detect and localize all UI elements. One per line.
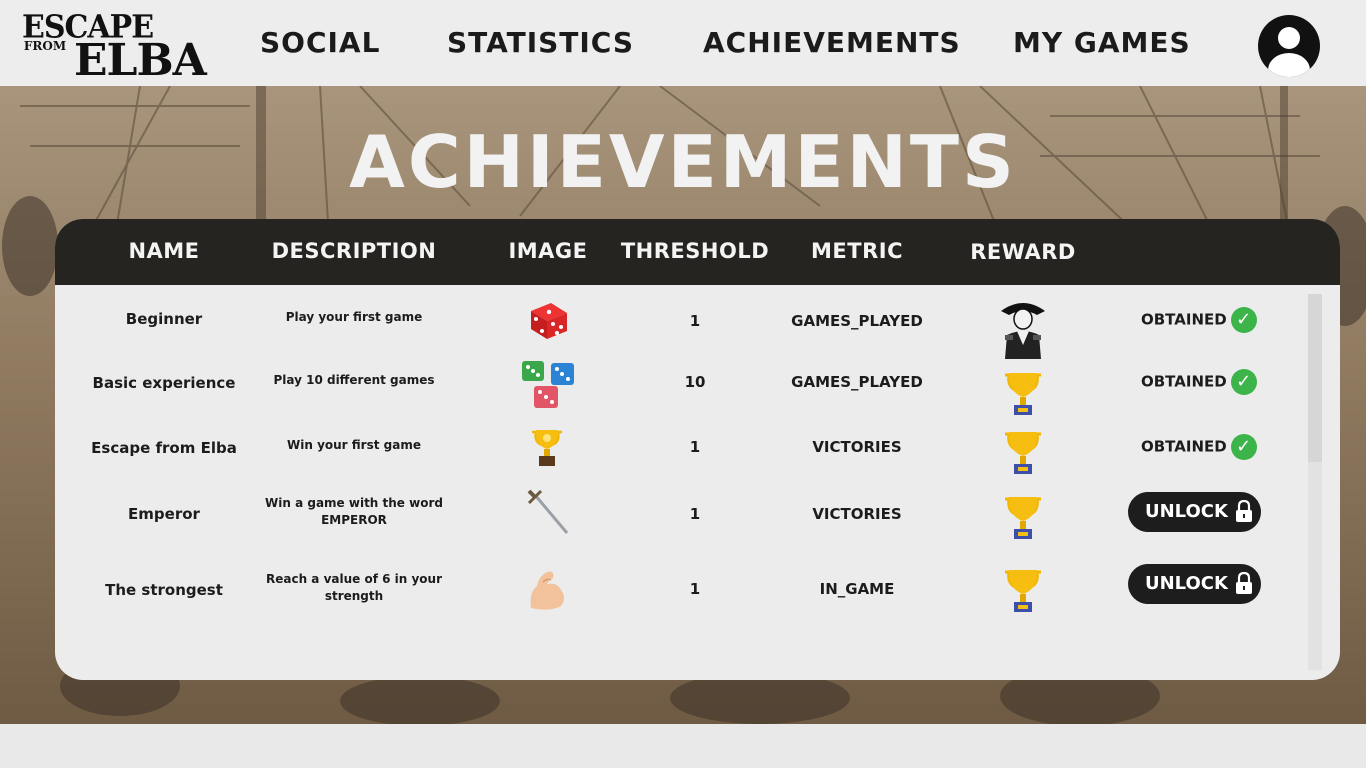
- status-obtained-badge: OBTAINED ✓: [1141, 369, 1257, 395]
- achievement-name: Basic experience: [92, 374, 236, 392]
- unlock-label: UNLOCK: [1145, 501, 1228, 522]
- status-obtained-badge: OBTAINED ✓: [1141, 434, 1257, 460]
- page-title: ACHIEVEMENTS: [349, 120, 1017, 204]
- check-icon: ✓: [1230, 369, 1257, 395]
- column-header-description: DESCRIPTION: [271, 239, 437, 263]
- unlock-button[interactable]: UNLOCK: [1128, 564, 1261, 604]
- three-dice-icon: [522, 361, 574, 408]
- achievement-threshold: 1: [689, 438, 701, 456]
- logo-line-elba: ELBA: [74, 35, 207, 86]
- lock-icon: [1236, 500, 1252, 522]
- unlock-label: UNLOCK: [1145, 573, 1228, 594]
- lock-icon: [1236, 572, 1252, 594]
- check-icon: ✓: [1230, 434, 1257, 460]
- trophy-image-icon: [532, 430, 562, 466]
- achievement-threshold: 10: [684, 373, 706, 391]
- trophy-icon: [1005, 497, 1041, 539]
- escape-from-elba-logo[interactable]: ESCAPE FROM ELBA: [20, 9, 250, 86]
- status-label: OBTAINED: [1141, 310, 1227, 329]
- achievement-metric: VICTORIES: [812, 438, 902, 456]
- nav-achievements-link[interactable]: ACHIEVEMENTS: [703, 26, 961, 59]
- flexed-arm-icon: [530, 571, 564, 610]
- achievement-name: Emperor: [128, 505, 200, 523]
- sword-icon: [527, 489, 569, 534]
- nav-statistics-link[interactable]: STATISTICS: [447, 26, 634, 59]
- trophy-icon: [1005, 373, 1041, 415]
- achievement-description: Win a game with the word EMPEROR: [265, 496, 443, 527]
- red-die-icon: [531, 303, 567, 339]
- achievement-metric: GAMES_PLAYED: [791, 373, 923, 391]
- achievement-metric: VICTORIES: [812, 505, 902, 523]
- table-row: The strongest Reach a value of 6 in your…: [55, 562, 1305, 622]
- column-header-image: IMAGE: [508, 239, 588, 263]
- achievement-name: Escape from Elba: [91, 439, 237, 457]
- status-label: OBTAINED: [1141, 372, 1227, 391]
- achievement-threshold: 1: [689, 312, 701, 330]
- achievement-metric: IN_GAME: [819, 580, 895, 598]
- column-header-reward: REWARD: [970, 240, 1076, 264]
- table-header: NAME DESCRIPTION IMAGE THRESHOLD METRIC …: [55, 219, 1340, 285]
- achievement-metric: GAMES_PLAYED: [791, 312, 923, 330]
- column-header-threshold: THRESHOLD: [620, 239, 770, 263]
- vertical-scrollbar[interactable]: [1308, 294, 1322, 670]
- scrollbar-thumb[interactable]: [1308, 294, 1322, 462]
- nav-my-games-link[interactable]: MY GAMES: [1013, 26, 1191, 59]
- table-row: Escape from Elba Win your first game 1 V…: [55, 422, 1305, 482]
- achievement-description: Play your first game: [285, 310, 423, 324]
- trophy-icon: [1005, 570, 1041, 612]
- status-label: OBTAINED: [1141, 437, 1227, 456]
- check-icon: ✓: [1230, 307, 1257, 333]
- achievement-name: Beginner: [125, 310, 203, 328]
- logo-line-from: FROM: [23, 39, 67, 53]
- nav-social-link[interactable]: SOCIAL: [260, 26, 380, 59]
- achievement-description: Reach a value of 6 in your strength: [265, 572, 442, 603]
- achievement-threshold: 1: [689, 505, 701, 523]
- user-avatar-icon[interactable]: [1258, 15, 1320, 77]
- achievement-description: Win your first game: [287, 438, 421, 452]
- table-row: Emperor Win a game with the word EMPEROR…: [55, 489, 1305, 549]
- trophy-icon: [1005, 432, 1041, 474]
- achievement-name: The strongest: [105, 581, 223, 599]
- column-header-metric: METRIC: [811, 239, 903, 263]
- achievements-table-panel: NAME DESCRIPTION IMAGE THRESHOLD METRIC …: [55, 219, 1340, 680]
- unlock-button[interactable]: UNLOCK: [1128, 492, 1261, 532]
- achievement-threshold: 1: [689, 580, 701, 598]
- top-navigation-bar: ESCAPE FROM ELBA SOCIAL STATISTICS ACHIE…: [0, 0, 1366, 86]
- napoleon-portrait: [1001, 303, 1045, 359]
- table-row: Beginner Play your first game 1 GAMES_PL…: [55, 291, 1305, 359]
- achievement-description: Play 10 different games: [273, 373, 435, 387]
- status-obtained-badge: OBTAINED ✓: [1141, 307, 1257, 333]
- column-header-name: NAME: [128, 239, 200, 263]
- table-row: Basic experience Play 10 different games…: [55, 357, 1305, 417]
